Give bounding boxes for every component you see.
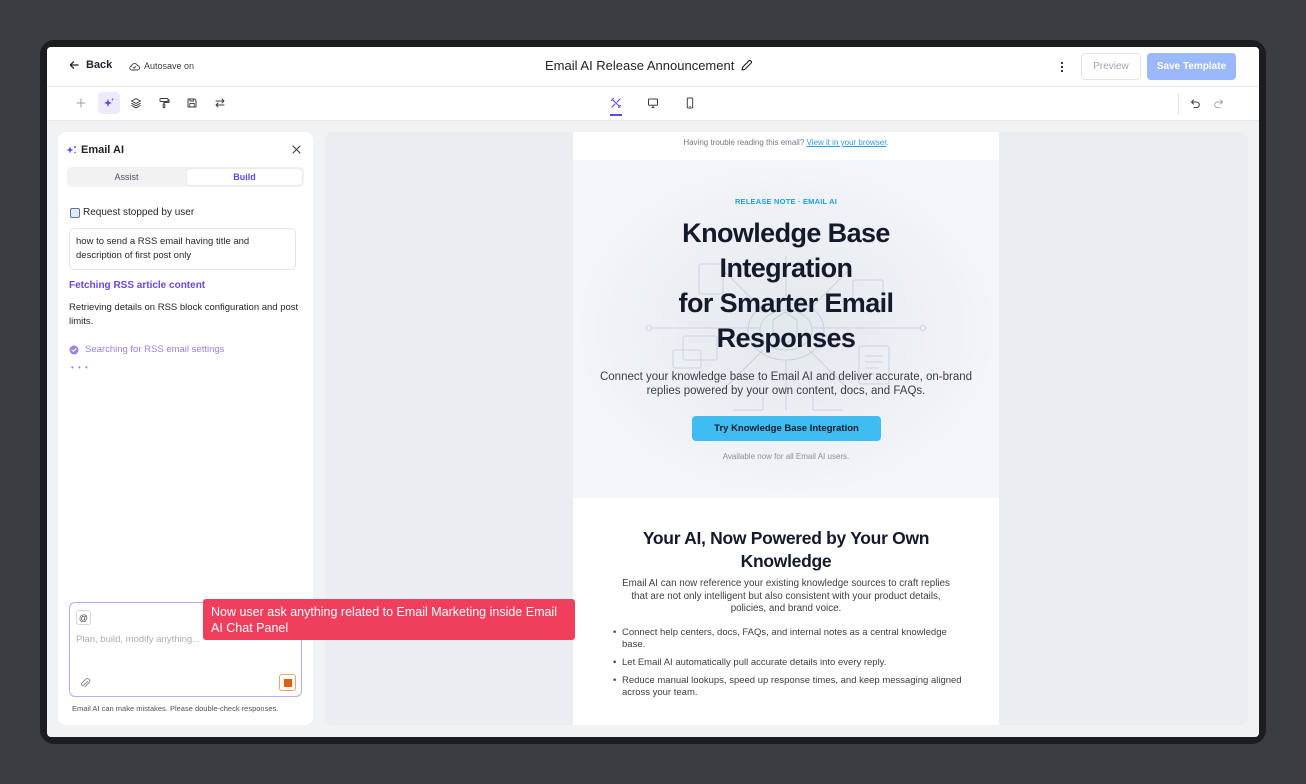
availability-note: Available now for all Email AI users. xyxy=(722,452,850,461)
arrow-left-icon xyxy=(69,61,79,69)
stop-square-icon xyxy=(70,207,80,218)
panel-title: Email AI xyxy=(66,144,124,156)
step-title: Fetching RSS article content xyxy=(69,280,206,291)
undo-icon[interactable] xyxy=(1184,92,1206,114)
pencil-icon[interactable] xyxy=(740,59,753,72)
hero-headline: Knowledge Base Integration for Smarter E… xyxy=(613,216,959,356)
hero-headline-line-1: Knowledge Base xyxy=(682,218,890,248)
stop-generation-button[interactable] xyxy=(279,674,296,691)
cloud-check-icon xyxy=(129,62,140,70)
back-label: Back xyxy=(86,59,113,71)
mode-tabs: Assist Build xyxy=(67,167,304,187)
active-view-indicator xyxy=(610,114,622,116)
editor-toolbar xyxy=(47,87,1259,121)
app-window: Back Autosave on Email AI Release Announ… xyxy=(47,47,1259,737)
stop-icon xyxy=(283,678,292,687)
tab-build[interactable]: Build xyxy=(187,169,302,185)
stopped-status: Request stopped by user xyxy=(70,207,194,218)
sparkles-icon[interactable] xyxy=(98,92,120,114)
user-query-bubble: how to send a RSS email having title and… xyxy=(69,228,296,270)
feature-list: Connect help centers, docs, FAQs, and in… xyxy=(613,627,963,705)
desktop-icon[interactable] xyxy=(642,92,664,114)
check-circle-icon xyxy=(69,345,79,354)
hero-headline-line-4: Responses xyxy=(716,323,856,353)
view-in-browser-bar: Having trouble reading this email? View … xyxy=(573,138,999,147)
more-options-icon[interactable] xyxy=(1054,59,1070,75)
list-item: Reduce manual lookups, speed up response… xyxy=(613,675,963,699)
panel-title-text: Email AI xyxy=(81,144,124,156)
hero-subtitle: Connect your knowledge base to Email AI … xyxy=(599,371,973,397)
paperclip-icon[interactable] xyxy=(79,677,91,689)
template-title-text: Email AI Release Announcement xyxy=(545,58,735,73)
hero-headline-line-3: for Smarter Email xyxy=(678,288,894,318)
section-title: Your AI, Now Powered by Your Own Knowled… xyxy=(642,528,930,571)
section-body: Email AI can now reference your existing… xyxy=(622,578,950,614)
plus-icon[interactable] xyxy=(70,92,92,114)
template-title[interactable]: Email AI Release Announcement xyxy=(545,58,753,73)
step-detail: Retrieving details on RSS block configur… xyxy=(69,302,299,327)
email-preview: Having trouble reading this email? View … xyxy=(573,132,999,725)
tab-assist[interactable]: Assist xyxy=(69,169,184,185)
view-in-browser-link[interactable]: View it in your browser xyxy=(807,138,887,147)
mention-button[interactable]: @ xyxy=(76,610,91,625)
stopped-status-text: Request stopped by user xyxy=(83,207,195,218)
save-template-button[interactable]: Save Template xyxy=(1147,53,1236,80)
redo-icon[interactable] xyxy=(1207,92,1229,114)
searching-status: Searching for RSS email settings xyxy=(69,344,224,355)
eyebrow-label: RELEASE NOTE · EMAIL AI xyxy=(734,197,838,206)
loading-dots-icon: • • • xyxy=(71,363,89,372)
swap-icon[interactable] xyxy=(209,92,231,114)
close-icon[interactable] xyxy=(290,143,302,155)
top-header: Back Autosave on Email AI Release Announ… xyxy=(47,47,1259,87)
paint-roller-icon[interactable] xyxy=(153,92,175,114)
autosave-label: Autosave on xyxy=(144,61,195,71)
hero-section: RELEASE NOTE · EMAIL AI Knowledge Base I… xyxy=(573,160,999,498)
searching-text: Searching for RSS email settings xyxy=(85,344,225,355)
trouble-end: . xyxy=(886,138,889,147)
annotation-tooltip: Now user ask anything related to Email M… xyxy=(203,599,575,640)
toolbar-divider xyxy=(1178,93,1179,115)
hero-headline-line-2: Integration xyxy=(719,253,854,283)
layers-icon[interactable] xyxy=(125,92,147,114)
tools-icon[interactable] xyxy=(605,92,627,114)
back-button[interactable]: Back xyxy=(69,59,112,71)
sparkles-icon xyxy=(66,146,76,154)
ai-disclaimer: Email AI can make mistakes. Please doubl… xyxy=(72,704,279,713)
cta-button[interactable]: Try Knowledge Base Integration xyxy=(692,416,881,441)
mobile-icon[interactable] xyxy=(679,92,701,114)
list-item: Connect help centers, docs, FAQs, and in… xyxy=(613,627,963,651)
save-icon[interactable] xyxy=(181,92,203,114)
autosave-status: Autosave on xyxy=(129,61,194,71)
preview-button[interactable]: Preview xyxy=(1081,53,1141,80)
list-item: Let Email AI automatically pull accurate… xyxy=(613,657,963,669)
trouble-text: Having trouble reading this email? xyxy=(683,138,805,147)
